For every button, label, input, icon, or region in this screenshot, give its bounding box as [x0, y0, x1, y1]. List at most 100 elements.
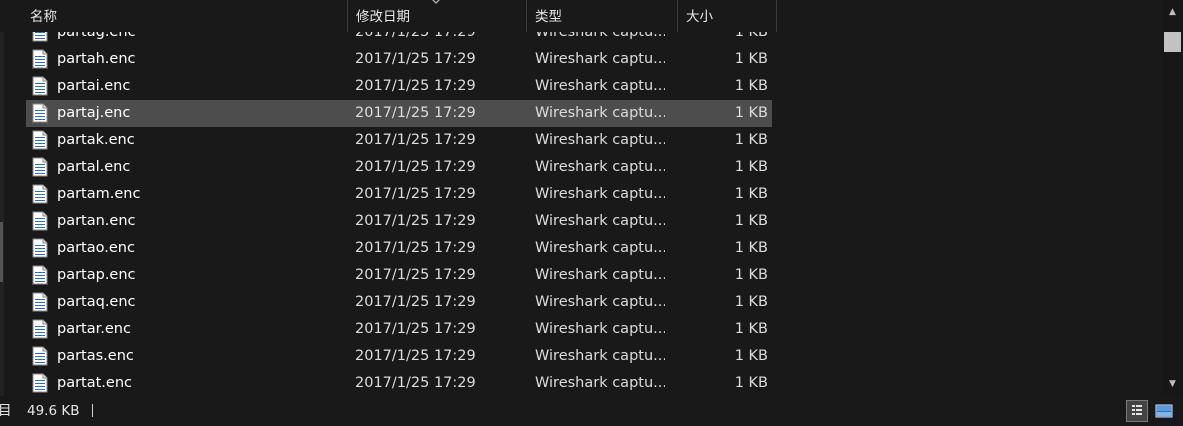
file-name: partas.enc	[57, 348, 134, 364]
file-modified-date: 2017/1/25 17:29	[355, 267, 476, 283]
scrollbar-thumb[interactable]	[1164, 32, 1181, 52]
document-file-icon	[32, 211, 48, 231]
details-view-button[interactable]	[1126, 400, 1148, 422]
large-icons-view-button[interactable]	[1153, 400, 1175, 422]
document-file-icon	[32, 49, 48, 69]
file-type: Wireshark captu...	[535, 78, 665, 94]
column-header-name-label: 名称	[30, 9, 57, 25]
column-header-name[interactable]: 名称	[22, 0, 348, 32]
file-modified-date: 2017/1/25 17:29	[355, 240, 476, 256]
file-row[interactable]: partal.enc 2017/1/25 17:29 Wireshark captu…	[26, 154, 772, 181]
file-name: partaq.enc	[57, 294, 136, 310]
file-modified-date: 2017/1/25 17:29	[355, 375, 476, 391]
scroll-down-arrow-icon[interactable]: ▼	[1162, 374, 1183, 394]
file-size: 1 KB	[734, 105, 768, 121]
document-file-icon	[32, 319, 48, 339]
file-name: partai.enc	[57, 78, 131, 94]
file-size: 1 KB	[734, 78, 768, 94]
file-name: partao.enc	[57, 240, 135, 256]
file-type: Wireshark captu...	[535, 186, 665, 202]
large-icons-view-icon	[1155, 404, 1173, 418]
file-name: partan.enc	[57, 213, 136, 229]
file-modified-date: 2017/1/25 17:29	[355, 159, 476, 175]
file-modified-date: 2017/1/25 17:29	[355, 348, 476, 364]
document-file-icon	[32, 292, 48, 312]
status-bar: 目 49.6 KB	[0, 396, 1183, 426]
file-size: 1 KB	[734, 132, 768, 148]
file-type: Wireshark captu...	[535, 132, 665, 148]
document-file-icon	[32, 103, 48, 123]
file-name: partar.enc	[57, 321, 131, 337]
column-header-type[interactable]: 类型	[527, 0, 677, 32]
file-type: Wireshark captu...	[535, 240, 665, 256]
document-file-icon	[32, 157, 48, 177]
column-header-bar: 名称 修改日期 类型 大小	[0, 0, 1162, 32]
document-file-icon	[32, 238, 48, 258]
file-size: 1 KB	[734, 159, 768, 175]
file-row[interactable]: partak.enc 2017/1/25 17:29 Wireshark captu…	[26, 127, 772, 154]
file-size: 1 KB	[734, 321, 768, 337]
file-name: partaj.enc	[57, 105, 131, 121]
file-list: partag.enc 2017/1/25 17:29 Wireshark captu…	[0, 32, 1162, 396]
file-modified-date: 2017/1/25 17:29	[355, 105, 476, 121]
file-size: 1 KB	[734, 213, 768, 229]
column-header-type-label: 类型	[535, 9, 562, 25]
file-modified-date: 2017/1/25 17:29	[355, 78, 476, 94]
file-type: Wireshark captu...	[535, 213, 665, 229]
file-type: Wireshark captu...	[535, 51, 665, 67]
file-row[interactable]: partag.enc 2017/1/25 17:29 Wireshark captu…	[26, 32, 772, 46]
file-modified-date: 2017/1/25 17:29	[355, 51, 476, 67]
file-size: 1 KB	[734, 375, 768, 391]
chevron-down-icon	[432, 0, 440, 4]
file-type: Wireshark captu...	[535, 105, 665, 121]
file-name: partak.enc	[57, 132, 135, 148]
file-row[interactable]: partas.enc 2017/1/25 17:29 Wireshark captu…	[26, 343, 772, 370]
file-row[interactable]: partat.enc 2017/1/25 17:29 Wireshark captu…	[26, 370, 772, 396]
file-row[interactable]: partan.enc 2017/1/25 17:29 Wireshark captu…	[26, 208, 772, 235]
file-row[interactable]: partao.enc 2017/1/25 17:29 Wireshark captu…	[26, 235, 772, 262]
file-type: Wireshark captu...	[535, 294, 665, 310]
file-size: 1 KB	[734, 51, 768, 67]
file-size: 1 KB	[734, 348, 768, 364]
status-item-count: 目	[0, 403, 12, 419]
file-row[interactable]: partar.enc 2017/1/25 17:29 Wireshark captu…	[26, 316, 772, 343]
column-divider[interactable]	[776, 0, 777, 32]
file-size: 1 KB	[734, 186, 768, 202]
file-size: 1 KB	[734, 267, 768, 283]
file-row[interactable]: partap.enc 2017/1/25 17:29 Wireshark captu…	[26, 262, 772, 289]
file-size: 1 KB	[734, 240, 768, 256]
file-size: 1 KB	[734, 32, 768, 40]
document-file-icon	[32, 346, 48, 366]
column-header-size[interactable]: 大小	[678, 0, 776, 32]
file-name: partat.enc	[57, 375, 132, 391]
file-modified-date: 2017/1/25 17:29	[355, 294, 476, 310]
file-modified-date: 2017/1/25 17:29	[355, 132, 476, 148]
file-row[interactable]: partam.enc 2017/1/25 17:29 Wireshark captu…	[26, 181, 772, 208]
file-type: Wireshark captu...	[535, 267, 665, 283]
document-file-icon	[32, 32, 48, 42]
document-file-icon	[32, 76, 48, 96]
scroll-up-arrow-icon[interactable]: ▲	[1162, 2, 1183, 22]
file-type: Wireshark captu...	[535, 348, 665, 364]
document-file-icon	[32, 184, 48, 204]
file-modified-date: 2017/1/25 17:29	[355, 321, 476, 337]
details-view-icon	[1132, 405, 1142, 415]
file-name: partap.enc	[57, 267, 136, 283]
status-selected-size: 49.6 KB	[27, 403, 80, 419]
file-row[interactable]: partaq.enc 2017/1/25 17:29 Wireshark captu…	[26, 289, 772, 316]
file-name: partal.enc	[57, 159, 131, 175]
file-type: Wireshark captu...	[535, 375, 665, 391]
status-divider	[92, 404, 93, 417]
file-row[interactable]: partai.enc 2017/1/25 17:29 Wireshark captu…	[26, 73, 772, 100]
file-size: 1 KB	[734, 294, 768, 310]
vertical-scrollbar[interactable]: ▲ ▼	[1162, 0, 1183, 396]
file-type: Wireshark captu...	[535, 32, 665, 40]
document-file-icon	[32, 130, 48, 150]
file-row[interactable]: partaj.enc 2017/1/25 17:29 Wireshark captu…	[26, 100, 772, 127]
file-row[interactable]: partah.enc 2017/1/25 17:29 Wireshark captu…	[26, 46, 772, 73]
document-file-icon	[32, 373, 48, 393]
file-name: partah.enc	[57, 51, 136, 67]
document-file-icon	[32, 265, 48, 285]
file-name: partam.enc	[57, 186, 141, 202]
column-header-modified-label: 修改日期	[356, 9, 410, 25]
